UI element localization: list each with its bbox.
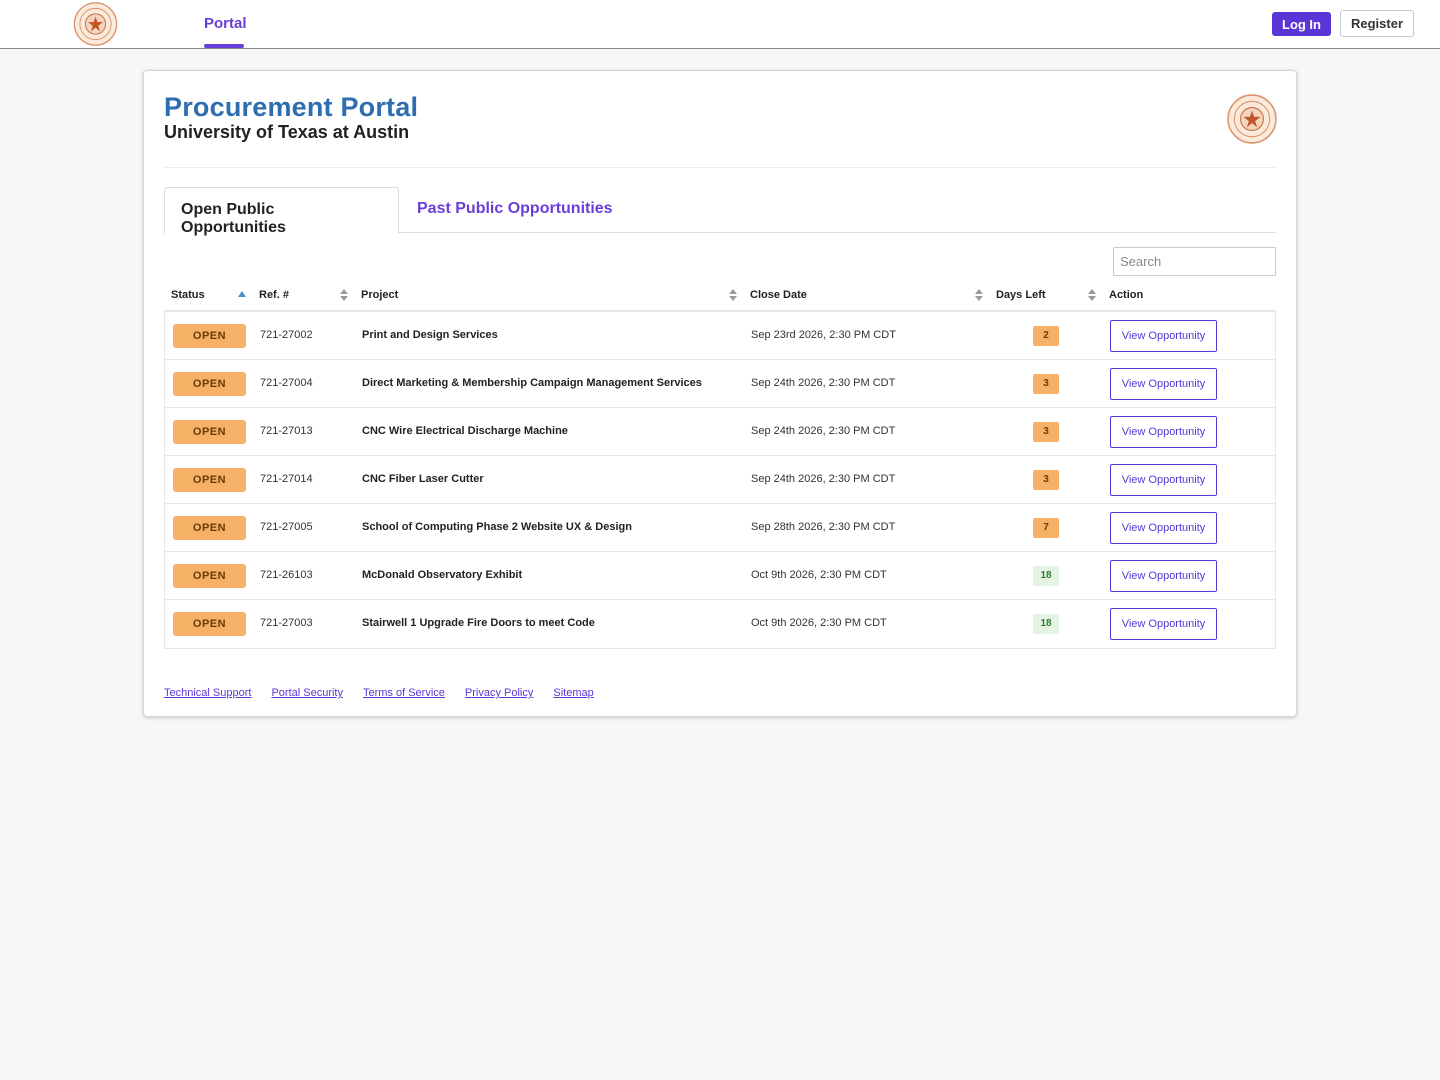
project-name: CNC Fiber Laser Cutter [362,473,484,485]
register-button[interactable]: Register [1340,10,1414,37]
column-header-days-left[interactable]: Days Left [996,289,1046,301]
table-row: OPEN 721-27003 Stairwell 1 Upgrade Fire Do… [165,600,1275,648]
opportunity-tabs: Open Public Opportunities Past Public Op… [164,187,1276,236]
close-date: Oct 9th 2026, 2:30 PM CDT [751,617,887,629]
ref-number: 721-27013 [260,425,313,437]
ref-number: 721-27002 [260,329,313,341]
footer-links: Technical Support Portal Security Terms of… [164,683,614,701]
status-badge: OPEN [173,420,246,444]
close-date: Sep 24th 2026, 2:30 PM CDT [751,377,896,389]
sort-both-icon[interactable] [1088,288,1096,302]
ref-number: 721-27003 [260,617,313,629]
close-date: Sep 23rd 2026, 2:30 PM CDT [751,329,896,341]
days-left-badge: 7 [1033,518,1059,538]
view-opportunity-button[interactable]: View Opportunity [1110,608,1217,640]
status-badge: OPEN [173,564,246,588]
project-name: Print and Design Services [362,329,498,341]
footer-link-portal-security[interactable]: Portal Security [271,687,343,699]
footer-link-technical-support[interactable]: Technical Support [164,687,251,699]
sort-both-icon[interactable] [729,288,737,302]
ref-number: 721-27004 [260,377,313,389]
close-date: Sep 24th 2026, 2:30 PM CDT [751,425,896,437]
status-badge: OPEN [173,372,246,396]
days-left-badge: 18 [1033,614,1059,634]
footer-link-privacy-policy[interactable]: Privacy Policy [465,687,533,699]
main-card: Procurement Portal University of Texas a… [143,70,1297,717]
view-opportunity-button[interactable]: View Opportunity [1110,464,1217,496]
project-name: Stairwell 1 Upgrade Fire Doors to meet C… [362,617,595,629]
university-seal-icon [1227,94,1277,144]
search-input[interactable] [1113,247,1276,276]
close-date: Sep 24th 2026, 2:30 PM CDT [751,473,896,485]
days-left-badge: 3 [1033,470,1059,490]
tab-past-opportunities[interactable]: Past Public Opportunities [401,187,629,233]
login-button[interactable]: Log In [1272,12,1331,36]
project-name: McDonald Observatory Exhibit [362,569,523,581]
column-header-ref[interactable]: Ref. # [259,289,289,301]
top-nav: Portal Log In Register [0,0,1440,49]
table-row: OPEN 721-27013 CNC Wire Electrical Dischar… [165,408,1275,456]
days-left-badge: 3 [1033,422,1059,442]
days-left-badge: 3 [1033,374,1059,394]
divider [164,167,1276,168]
days-left-badge: 2 [1033,326,1059,346]
sort-both-icon[interactable] [340,288,348,302]
tab-portal[interactable]: Portal [204,15,247,32]
opportunities-table-body: OPEN 721-27002 Print and Design Services Se… [164,312,1276,649]
sort-both-icon[interactable] [975,288,983,302]
view-opportunity-button[interactable]: View Opportunity [1110,512,1217,544]
status-badge: OPEN [173,324,246,348]
status-badge: OPEN [173,516,246,540]
ref-number: 721-27014 [260,473,313,485]
column-header-status[interactable]: Status [171,289,205,301]
page-title: Procurement Portal [164,92,419,122]
ref-number: 721-27005 [260,521,313,533]
view-opportunity-button[interactable]: View Opportunity [1110,416,1217,448]
footer-link-terms-of-service[interactable]: Terms of Service [363,687,445,699]
status-badge: OPEN [173,612,246,636]
active-tab-indicator [204,44,244,48]
table-header: Status Ref. # Project Close Date Days Le… [164,283,1276,312]
sort-ascending-icon[interactable] [238,288,246,302]
project-name: Direct Marketing & Membership Campaign M… [362,377,702,389]
page-subtitle: University of Texas at Austin [164,122,410,142]
table-row: OPEN 721-27004 Direct Marketing & Membersh… [165,360,1275,408]
table-row: OPEN 721-27002 Print and Design Services Se… [165,312,1275,360]
close-date: Sep 28th 2026, 2:30 PM CDT [751,521,896,533]
column-header-action: Action [1109,289,1144,301]
column-header-project[interactable]: Project [361,289,398,301]
status-badge: OPEN [173,468,246,492]
close-date: Oct 9th 2026, 2:30 PM CDT [751,569,887,581]
days-left-badge: 18 [1033,566,1059,586]
view-opportunity-button[interactable]: View Opportunity [1110,320,1217,352]
project-name: CNC Wire Electrical Discharge Machine [362,425,568,437]
table-row: OPEN 721-27014 CNC Fiber Laser Cutter Sep 2… [165,456,1275,504]
tab-open-opportunities[interactable]: Open Public Opportunities [164,187,399,236]
table-row: OPEN 721-26103 McDonald Observatory Exhibi… [165,552,1275,600]
view-opportunity-button[interactable]: View Opportunity [1110,560,1217,592]
footer-link-sitemap[interactable]: Sitemap [553,687,593,699]
table-row: OPEN 721-27005 School of Computing Phase 2… [165,504,1275,552]
project-name: School of Computing Phase 2 Website UX &… [362,521,632,533]
university-seal-icon[interactable] [71,1,120,47]
view-opportunity-button[interactable]: View Opportunity [1110,368,1217,400]
ref-number: 721-26103 [260,569,313,581]
column-header-close-date[interactable]: Close Date [750,289,807,301]
